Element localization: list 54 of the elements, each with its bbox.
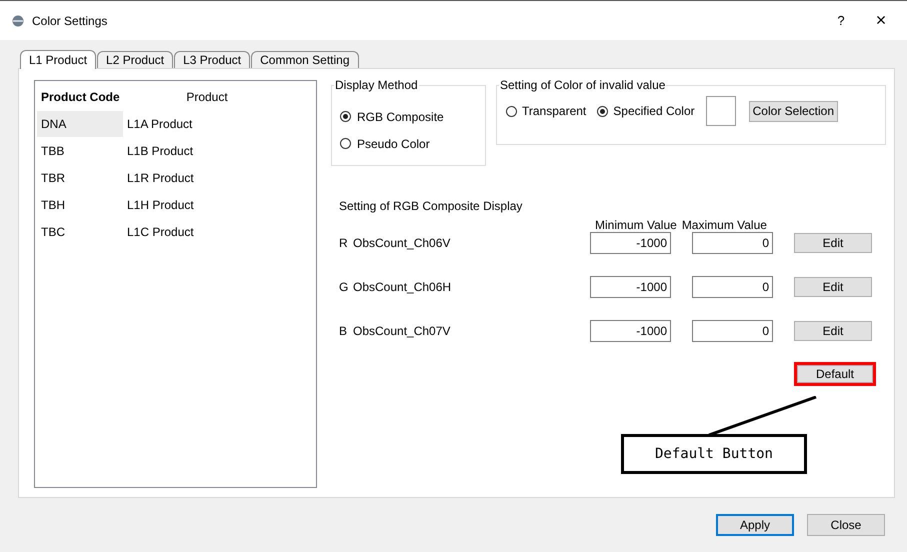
input-field[interactable]: -1000: [590, 232, 671, 254]
radio-label[interactable]: Specified Color: [613, 104, 695, 118]
window-title: Color Settings: [32, 14, 108, 28]
dialog-button[interactable]: Apply: [716, 514, 794, 536]
tab[interactable]: Common Setting: [251, 51, 359, 68]
tab[interactable]: L3 Product: [174, 51, 250, 68]
column-header: Maximum Value: [682, 218, 767, 232]
radio-button[interactable]: [597, 106, 608, 116]
app-icon: [12, 14, 24, 26]
table-cell[interactable]: TBR: [37, 164, 123, 190]
help-button[interactable]: ?: [821, 6, 861, 36]
section-title: Setting of RGB Composite Display: [339, 199, 524, 213]
channel-letter: B: [338, 324, 348, 338]
group-label: Setting of Color of invalid value: [499, 78, 666, 92]
radio-label[interactable]: Transparent: [522, 104, 586, 118]
tab[interactable]: L2 Product: [97, 51, 174, 68]
table-cell[interactable]: L1A Product: [123, 116, 192, 130]
dialog-button[interactable]: Close: [807, 514, 885, 536]
table-cell[interactable]: L1H Product: [123, 198, 194, 212]
column-header: Product: [185, 90, 229, 104]
tab[interactable]: L1 Product: [20, 50, 96, 69]
input-field[interactable]: 0: [692, 232, 773, 254]
table-cell[interactable]: TBC: [37, 218, 123, 244]
edit-button[interactable]: Edit: [794, 277, 872, 297]
radio-button[interactable]: [340, 138, 351, 149]
table-cell[interactable]: L1R Product: [123, 170, 194, 184]
table-cell[interactable]: TBB: [37, 138, 123, 164]
callout-label: Default Button: [621, 434, 807, 474]
color-swatch: [706, 96, 736, 126]
edit-button[interactable]: Edit: [794, 321, 872, 341]
channel-letter: R: [338, 236, 349, 250]
default-button[interactable]: Default: [797, 365, 873, 383]
color-selection-button[interactable]: Color Selection: [748, 100, 838, 122]
edit-button[interactable]: Edit: [794, 233, 872, 253]
table-cell[interactable]: L1B Product: [123, 144, 194, 158]
close-button[interactable]: ×: [861, 6, 901, 36]
input-field[interactable]: 0: [692, 320, 773, 342]
group-label: Display Method: [334, 78, 419, 92]
table-cell[interactable]: TBH: [37, 192, 123, 218]
radio-label[interactable]: RGB Composite: [357, 110, 444, 124]
table-cell[interactable]: L1C Product: [123, 224, 194, 238]
column-header: Product Code: [40, 88, 121, 106]
channel-name: ObsCount_Ch06H: [353, 280, 452, 294]
input-field[interactable]: -1000: [590, 276, 671, 298]
input-field[interactable]: 0: [692, 276, 773, 298]
column-header: Minimum Value: [595, 218, 677, 232]
radio-label[interactable]: Pseudo Color: [357, 136, 430, 150]
table-cell[interactable]: DNA: [37, 110, 123, 136]
channel-name: ObsCount_Ch06V: [353, 236, 452, 250]
channel-name: ObsCount_Ch07V: [353, 324, 452, 338]
input-field[interactable]: -1000: [590, 320, 671, 342]
radio-button[interactable]: [340, 111, 351, 122]
radio-button[interactable]: [506, 106, 517, 116]
channel-letter: G: [338, 280, 350, 294]
